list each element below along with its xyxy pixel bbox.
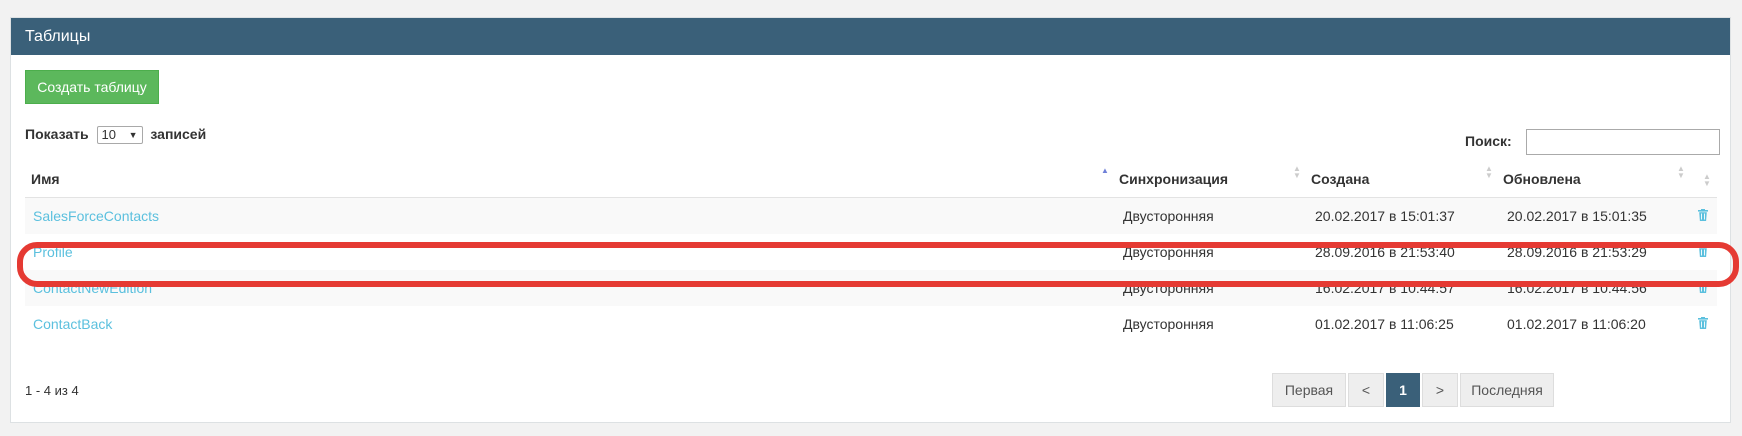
trash-icon[interactable] <box>1698 245 1708 257</box>
trash-icon[interactable] <box>1698 209 1708 221</box>
search-input[interactable] <box>1525 129 1720 156</box>
created-cell: 28.09.2016 в 21:53:40 <box>1315 244 1455 260</box>
page-length-suffix: записей <box>150 126 207 142</box>
trash-icon[interactable] <box>1698 317 1708 329</box>
column-header-created[interactable]: Создана ▲ ▼ <box>1305 165 1497 188</box>
page-length-prefix: Показать <box>25 126 89 142</box>
created-cell: 01.02.2017 в 11:06:25 <box>1315 316 1454 332</box>
sort-arrows-icon: ▲ ▼ <box>1293 164 1301 180</box>
table-row: ContactBack Двусторонняя 01.02.2017 в 11… <box>25 306 1717 342</box>
trash-icon[interactable] <box>1698 281 1708 293</box>
column-header-sync-label: Синхронизация <box>1119 171 1229 187</box>
column-header-created-label: Создана <box>1311 171 1370 187</box>
column-header-name[interactable]: Имя ▲ <box>25 167 1113 188</box>
sort-ascending-icon: ▲ <box>1101 166 1109 175</box>
table-info: 1 - 4 из 4 <box>25 383 79 398</box>
page-length-control: Показать 10 ▼ записей <box>25 124 207 145</box>
tables-list: Имя ▲ Синхронизация ▲ ▼ Создана ▲ ▼ Обновл… <box>25 161 1717 342</box>
table-link[interactable]: Profile <box>33 244 73 260</box>
chevron-down-icon: ▼ <box>128 130 138 141</box>
table-link[interactable]: ContactNewEdition <box>33 280 152 296</box>
sort-arrows-icon: ▲ ▼ <box>1677 164 1685 180</box>
updated-cell: 01.02.2017 в 11:06:20 <box>1507 316 1646 332</box>
pager-prev-button[interactable]: < <box>1348 373 1384 407</box>
page-length-value: 10 <box>101 127 116 143</box>
created-cell: 20.02.2017 в 15:01:37 <box>1315 208 1455 224</box>
page-length-select[interactable]: 10 ▼ <box>96 126 143 145</box>
search-label: Поиск: <box>1465 133 1512 149</box>
table-header-row: Имя ▲ Синхронизация ▲ ▼ Создана ▲ ▼ Обновл… <box>25 161 1717 198</box>
pager-page-current[interactable]: 1 <box>1386 373 1420 407</box>
column-header-sync[interactable]: Синхронизация ▲ ▼ <box>1113 165 1305 188</box>
sync-cell: Двусторонняя <box>1123 208 1214 224</box>
create-table-button[interactable]: Создать таблицу <box>25 70 159 104</box>
pager-next-button[interactable]: > <box>1422 373 1458 407</box>
table-link[interactable]: ContactBack <box>33 316 112 332</box>
table-link[interactable]: SalesForceContacts <box>33 208 159 224</box>
updated-cell: 20.02.2017 в 15:01:35 <box>1507 208 1647 224</box>
pager-first-button[interactable]: Первая <box>1272 373 1346 407</box>
updated-cell: 28.09.2016 в 21:53:29 <box>1507 244 1647 260</box>
created-cell: 16.02.2017 в 10:44:57 <box>1315 280 1455 296</box>
panel-body: Создать таблицу Показать 10 ▼ записей Пои… <box>11 55 1739 423</box>
table-row: Profile Двусторонняя 28.09.2016 в 21:53:… <box>25 234 1717 270</box>
column-header-updated-label: Обновлена <box>1503 171 1581 187</box>
column-header-updated[interactable]: Обновлена ▲ ▼ <box>1497 165 1689 188</box>
sort-arrows-icon: ▲ ▼ <box>1703 172 1711 188</box>
table-row: ContactNewEdition Двусторонняя 16.02.201… <box>25 270 1717 306</box>
sync-cell: Двусторонняя <box>1123 316 1214 332</box>
panel-title: Таблицы <box>11 18 1730 55</box>
pager-last-button[interactable]: Последняя <box>1460 373 1554 407</box>
column-header-name-label: Имя <box>31 171 60 187</box>
updated-cell: 16.02.2017 в 10:44:56 <box>1507 280 1647 296</box>
table-row: SalesForceContacts Двусторонняя 20.02.20… <box>25 198 1717 234</box>
sync-cell: Двусторонняя <box>1123 280 1214 296</box>
sort-arrows-icon: ▲ ▼ <box>1485 164 1493 180</box>
search-control: Поиск: <box>1465 128 1720 156</box>
pagination: Первая < 1 > Последняя <box>1272 373 1554 407</box>
sync-cell: Двусторонняя <box>1123 244 1214 260</box>
tables-panel: Таблицы Создать таблицу Показать 10 ▼ зап… <box>10 17 1739 423</box>
